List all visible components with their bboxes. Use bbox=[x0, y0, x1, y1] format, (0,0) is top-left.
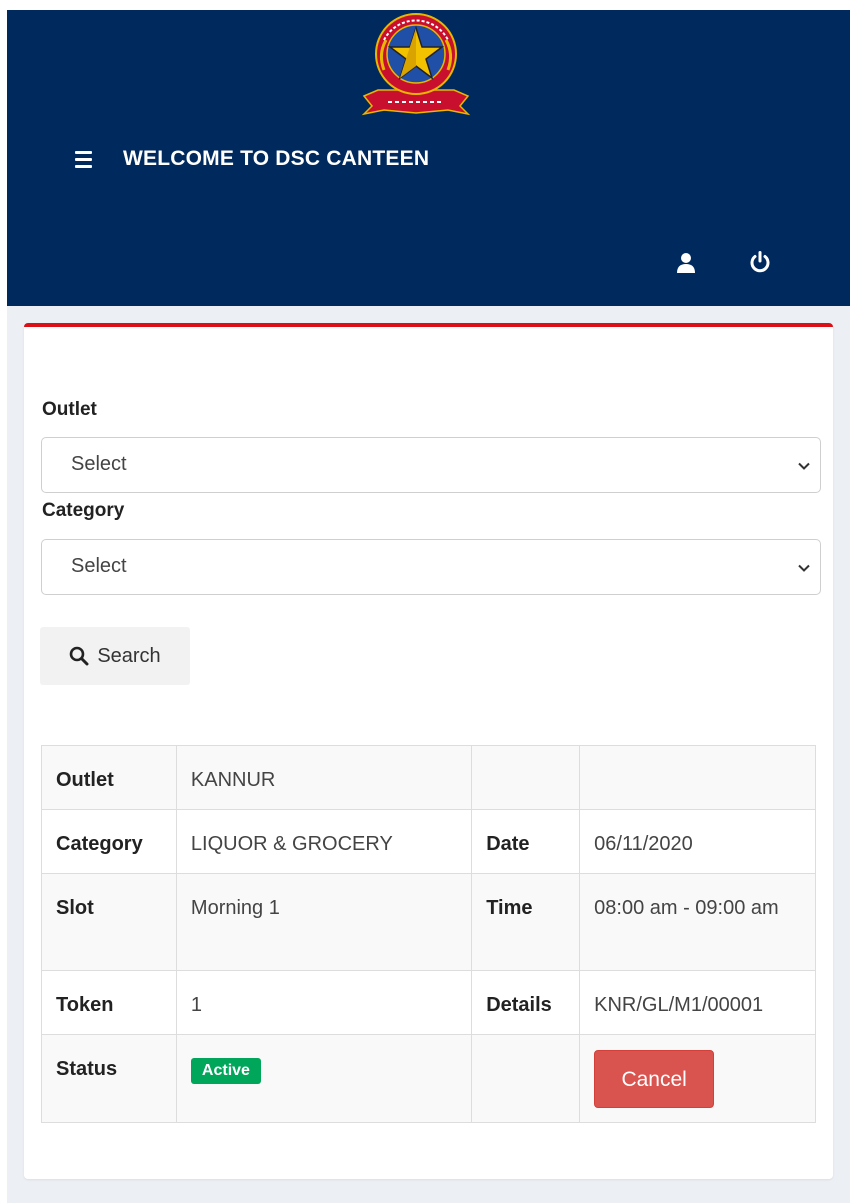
outlet-label: Outlet bbox=[42, 399, 97, 420]
category-select[interactable]: Select bbox=[41, 539, 821, 595]
power-icon[interactable] bbox=[748, 250, 772, 274]
table-row: Status Active Cancel bbox=[41, 1034, 816, 1123]
category-select-value: Select bbox=[71, 555, 127, 577]
user-icon[interactable] bbox=[676, 252, 696, 274]
table-row: Slot Morning 1 Time 08:00 am - 09:00 am bbox=[41, 873, 816, 971]
search-button-label: Search bbox=[97, 644, 161, 667]
empty-cell bbox=[471, 1034, 581, 1123]
token-key: Token bbox=[41, 970, 177, 1035]
app-frame: WELCOME TO DSC CANTEEN Outlet Select Cat… bbox=[7, 10, 850, 1203]
empty-cell bbox=[471, 745, 581, 810]
time-key: Time bbox=[471, 873, 581, 971]
cancel-button[interactable]: Cancel bbox=[594, 1050, 715, 1108]
category-label: Category bbox=[42, 500, 125, 521]
date-key: Date bbox=[471, 809, 581, 874]
empty-cell bbox=[579, 745, 816, 810]
page-title: WELCOME TO DSC CANTEEN bbox=[123, 147, 430, 170]
details-value: KNR/GL/M1/00001 bbox=[579, 970, 816, 1035]
cancel-cell: Cancel bbox=[579, 1034, 816, 1123]
status-cell: Active bbox=[175, 1034, 473, 1123]
table-row: Outlet KANNUR bbox=[41, 745, 816, 810]
outlet-key: Outlet bbox=[41, 745, 177, 810]
date-value: 06/11/2020 bbox=[579, 809, 816, 874]
dsc-logo bbox=[361, 13, 471, 116]
table-row: Category LIQUOR & GROCERY Date 06/11/202… bbox=[41, 809, 816, 874]
outlet-select-value: Select bbox=[71, 453, 127, 475]
outlet-select[interactable]: Select bbox=[41, 437, 821, 493]
slot-value: Morning 1 bbox=[175, 873, 473, 971]
status-key: Status bbox=[41, 1034, 177, 1123]
search-button[interactable]: Search bbox=[40, 627, 190, 685]
chevron-down-icon bbox=[798, 564, 810, 572]
chevron-down-icon bbox=[798, 462, 810, 470]
booking-details-table: Outlet KANNUR Category LIQUOR & GROCERY … bbox=[41, 745, 816, 1123]
outlet-value: KANNUR bbox=[175, 745, 473, 810]
details-key: Details bbox=[471, 970, 581, 1035]
title-row: WELCOME TO DSC CANTEEN bbox=[75, 144, 429, 174]
status-badge: Active bbox=[190, 1058, 261, 1084]
menu-icon[interactable] bbox=[75, 149, 99, 169]
slot-key: Slot bbox=[41, 873, 177, 971]
category-value: LIQUOR & GROCERY bbox=[175, 809, 473, 874]
table-row: Token 1 Details KNR/GL/M1/00001 bbox=[41, 970, 816, 1035]
booking-card: Outlet Select Category Select Search Out… bbox=[24, 323, 833, 1179]
category-key: Category bbox=[41, 809, 177, 874]
header: WELCOME TO DSC CANTEEN bbox=[7, 10, 850, 306]
search-icon bbox=[70, 646, 89, 666]
time-value: 08:00 am - 09:00 am bbox=[579, 873, 816, 971]
token-value: 1 bbox=[175, 970, 473, 1035]
